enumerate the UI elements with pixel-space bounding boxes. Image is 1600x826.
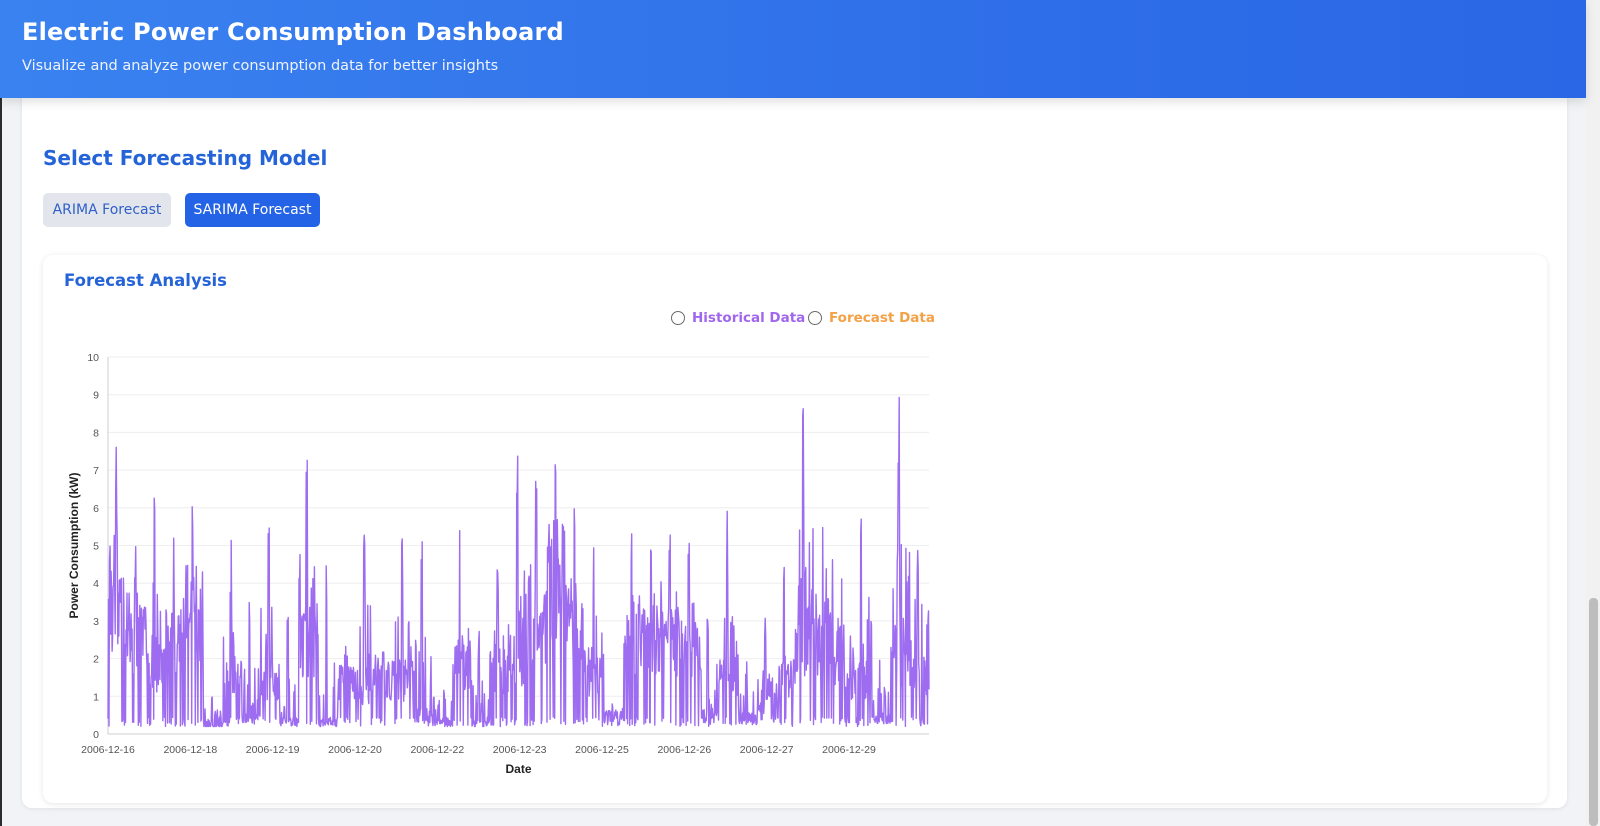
y-tick-label: 5	[93, 541, 99, 553]
y-tick-label: 9	[93, 390, 99, 402]
y-tick-label: 8	[93, 427, 99, 439]
y-tick-label: 6	[93, 503, 99, 515]
x-axis-ticks: 2006-12-16 2006-12-18 2006-12-19 2006-12-20…	[81, 744, 876, 756]
y-tick-label: 2	[93, 654, 99, 666]
x-tick-label: 2006-12-26	[657, 744, 711, 756]
dashboard-header: Electric Power Consumption Dashboard Vis…	[0, 0, 1586, 98]
y-axis-title: Power Consumption (kW)	[67, 473, 81, 619]
x-tick-label: 2006-12-25	[575, 744, 629, 756]
y-tick-label: 0	[93, 729, 99, 741]
x-tick-label: 2006-12-18	[163, 744, 217, 756]
y-tick-label: 3	[93, 616, 99, 628]
dashboard-title: Electric Power Consumption Dashboard	[22, 18, 564, 46]
x-tick-label: 2006-12-29	[822, 744, 876, 756]
x-axis-title: Date	[505, 762, 531, 776]
dashboard-subtitle: Visualize and analyze power consumption …	[22, 58, 499, 74]
scrollbar-thumb[interactable]	[1589, 598, 1598, 826]
x-tick-label: 2006-12-23	[493, 744, 547, 756]
x-tick-label: 2006-12-20	[328, 744, 382, 756]
x-tick-label: 2006-12-16	[81, 744, 135, 756]
power-consumption-chart: 012345678910 2006-12-16 2006-12-18 2006-12…	[67, 352, 930, 776]
y-tick-label: 10	[87, 352, 99, 364]
chart-series	[107, 396, 930, 728]
x-tick-label: 2006-12-27	[740, 744, 794, 756]
y-tick-label: 1	[93, 691, 99, 703]
y-tick-label: 7	[93, 465, 99, 477]
x-tick-label: 2006-12-22	[410, 744, 464, 756]
y-tick-label: 4	[93, 578, 99, 590]
series-line-historical	[107, 396, 930, 728]
y-axis-ticks: 0 1 2 3 4 5 6 7 8 9 10	[87, 352, 99, 741]
x-tick-label: 2006-12-19	[246, 744, 300, 756]
